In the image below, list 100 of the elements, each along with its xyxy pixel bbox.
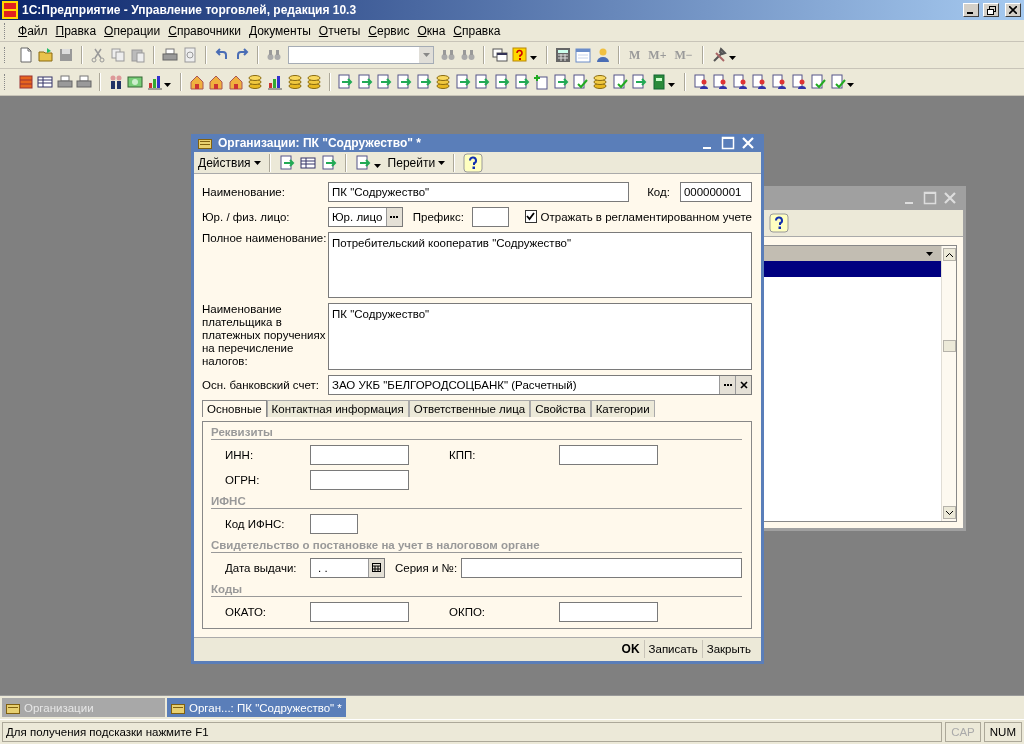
- table-icon[interactable]: [37, 74, 54, 90]
- tab[interactable]: Ответственные лица: [408, 399, 531, 417]
- dialog-button[interactable]: Закрыть: [702, 643, 755, 656]
- menu-item[interactable]: Правка: [51, 23, 101, 38]
- binoculars-icon[interactable]: [440, 47, 456, 63]
- coins-icon[interactable]: [286, 74, 303, 90]
- tab[interactable]: Основные: [202, 399, 267, 417]
- select-button[interactable]: [719, 375, 735, 394]
- help-icon[interactable]: [463, 152, 484, 173]
- window-title: 1С:Предприятие - Управление торговлей, редакция 10.3: [22, 3, 357, 17]
- coins-icon[interactable]: [592, 74, 608, 90]
- document-icon[interactable]: [790, 74, 807, 90]
- caret-icon: [253, 160, 261, 165]
- help-icon[interactable]: [512, 47, 528, 63]
- bank-account-field[interactable]: ЗАО УКБ "БЕЛГОРОДСОЦБАНК" (Расчетный): [328, 374, 752, 395]
- caret-icon[interactable]: [373, 163, 381, 168]
- dialog-button[interactable]: OK: [617, 642, 644, 657]
- scroll-thumb[interactable]: [943, 340, 956, 352]
- table-icon[interactable]: [299, 154, 316, 171]
- goto-menu[interactable]: Перейти: [387, 155, 446, 170]
- tab[interactable]: Свойства: [530, 399, 591, 417]
- menu-item[interactable]: Операции: [100, 23, 165, 38]
- new-document-icon[interactable]: [18, 47, 34, 63]
- calendar-icon[interactable]: [575, 47, 591, 63]
- scissors-icon[interactable]: [90, 47, 106, 63]
- input-field[interactable]: [310, 601, 409, 622]
- input-field[interactable]: [310, 513, 358, 534]
- caret-icon[interactable]: [530, 56, 537, 60]
- printer-icon[interactable]: [56, 74, 73, 90]
- search-combo[interactable]: [288, 46, 434, 64]
- chart-icon[interactable]: [146, 74, 163, 90]
- code-field[interactable]: 000000001: [679, 181, 752, 202]
- menu-item[interactable]: Справочники: [164, 23, 245, 38]
- tab[interactable]: Контактная информация: [266, 399, 409, 417]
- document-icon[interactable]: [731, 74, 748, 90]
- clipboard-icon[interactable]: [130, 47, 146, 63]
- print-preview-icon[interactable]: [182, 47, 198, 63]
- prefix-field[interactable]: [471, 206, 509, 227]
- actions-menu[interactable]: Действия: [198, 155, 261, 170]
- printer-icon[interactable]: [76, 74, 93, 90]
- document-icon[interactable]: [712, 74, 729, 90]
- coins-icon[interactable]: [247, 74, 264, 90]
- field-label: Дата выдачи:: [224, 561, 298, 574]
- menu-item[interactable]: Справка: [449, 23, 505, 38]
- document-icon[interactable]: [770, 74, 787, 90]
- input-field[interactable]: [310, 444, 409, 465]
- caret-icon[interactable]: [668, 83, 676, 87]
- menu-item[interactable]: Файл: [14, 23, 52, 38]
- calculator-icon[interactable]: [555, 47, 571, 63]
- select-button[interactable]: [385, 207, 402, 226]
- menu-item[interactable]: Окна: [413, 23, 450, 38]
- type-field[interactable]: Юр. лицо: [328, 206, 403, 227]
- input-field[interactable]: [310, 469, 409, 490]
- clear-button[interactable]: [735, 375, 751, 394]
- document-icon[interactable]: [751, 74, 768, 90]
- section-title: Реквизиты: [211, 425, 742, 440]
- field-label: ОКПО:: [449, 605, 487, 618]
- close-icon: [739, 380, 748, 389]
- printer-icon[interactable]: [162, 47, 178, 63]
- document-icon[interactable]: [692, 74, 709, 90]
- close-button[interactable]: [1005, 3, 1021, 17]
- menu-item[interactable]: Отчеты: [314, 23, 365, 38]
- house-icon[interactable]: [188, 74, 205, 90]
- house-icon[interactable]: [208, 74, 225, 90]
- tab[interactable]: Категории: [590, 399, 655, 417]
- name-field[interactable]: ПК "Содружество": [328, 181, 630, 202]
- house-icon[interactable]: [227, 74, 244, 90]
- sort-icon: [926, 251, 933, 256]
- scroll-up-button[interactable]: [943, 248, 956, 261]
- binoculars-icon[interactable]: [460, 47, 476, 63]
- minimize-button[interactable]: [963, 3, 979, 17]
- person-icon[interactable]: [595, 47, 611, 63]
- input-field[interactable]: [559, 601, 658, 622]
- windows-icon[interactable]: [492, 47, 508, 63]
- book-icon[interactable]: [650, 74, 667, 90]
- caret-icon[interactable]: [847, 83, 855, 87]
- caret-icon[interactable]: [728, 56, 736, 60]
- field-label: ОГРН:: [224, 473, 261, 486]
- input-field[interactable]: [461, 557, 742, 578]
- coins-icon[interactable]: [435, 74, 452, 90]
- full-name-field[interactable]: Потребительский кооператив "Содружество": [328, 231, 752, 298]
- dialog-button[interactable]: Записать: [644, 643, 702, 656]
- window-tab[interactable]: Орган...: ПК "Содружество" *: [167, 698, 346, 717]
- input-field[interactable]: [559, 444, 658, 465]
- field-label: Осн. банковский счет:: [202, 378, 320, 391]
- payer-name-field[interactable]: ПК "Содружество": [328, 302, 752, 370]
- coins-icon[interactable]: [306, 74, 323, 90]
- folder-icon[interactable]: [38, 47, 54, 63]
- date-field[interactable]: . .: [310, 557, 385, 578]
- chart-icon[interactable]: [266, 74, 283, 90]
- binoculars-icon[interactable]: [266, 47, 282, 63]
- menu-item[interactable]: Сервис: [364, 23, 414, 38]
- menu-item[interactable]: Документы: [244, 23, 315, 38]
- help-icon[interactable]: [769, 213, 789, 233]
- cabinet-icon[interactable]: [17, 74, 34, 90]
- caret-icon[interactable]: [164, 83, 172, 87]
- scroll-down-button[interactable]: [943, 506, 956, 519]
- checkbox[interactable]: [524, 210, 537, 224]
- restore-button[interactable]: [983, 3, 999, 17]
- calendar-button[interactable]: [368, 558, 384, 577]
